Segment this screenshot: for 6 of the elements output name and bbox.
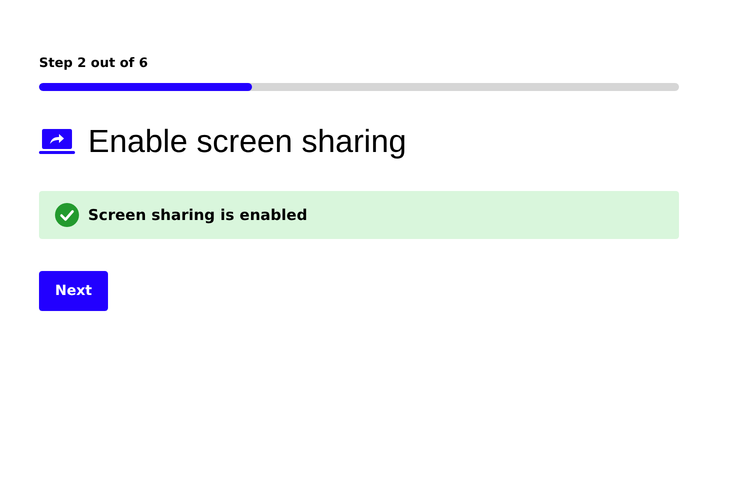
- alert-message: Screen sharing is enabled: [88, 204, 308, 226]
- page-heading: Enable screen sharing: [88, 122, 406, 161]
- step-label: Step 2 out of 6: [39, 55, 148, 73]
- check-circle-icon: [55, 203, 79, 227]
- laptop-share-icon: [39, 127, 75, 155]
- next-button[interactable]: Next: [39, 271, 108, 311]
